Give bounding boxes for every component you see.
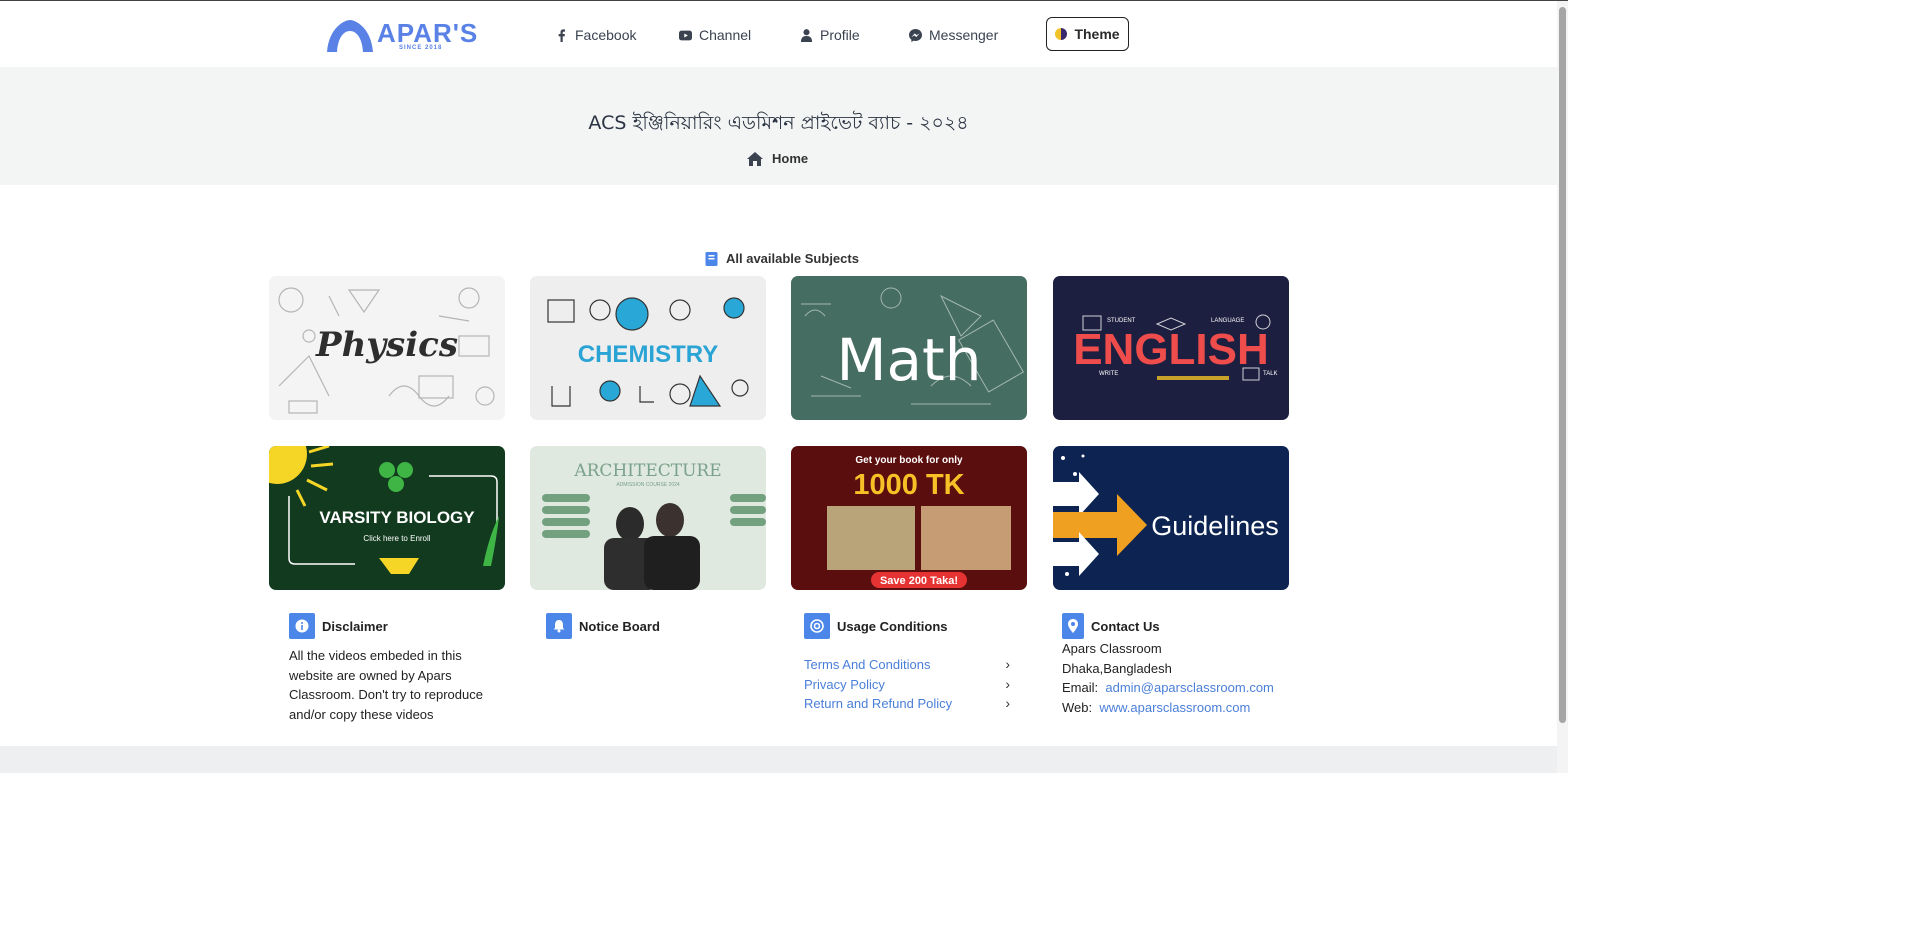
page-scrollbar[interactable] bbox=[1557, 1, 1568, 773]
architecture-card-sub: ADMISSION COURSE 2024 bbox=[616, 482, 680, 488]
usage-conditions-section: Usage Conditions Terms And Conditions › P… bbox=[804, 613, 1024, 714]
disclaimer-line: website are owned by Apars bbox=[289, 667, 452, 683]
page-title: ACS ইঞ্জিনিয়ারিং এডমিশন প্রাইভেট ব্যাচ … bbox=[588, 112, 969, 134]
terms-link[interactable]: Terms And Conditions › bbox=[804, 655, 1010, 675]
subject-card-math[interactable]: Math bbox=[791, 276, 1027, 420]
nav-channel-label: Channel bbox=[699, 27, 752, 43]
disclaimer-section: Disclaimer All the videos embeded in thi… bbox=[289, 613, 509, 724]
biology-card-text: VARSITY BIOLOGY bbox=[319, 508, 475, 527]
logo-since: SINCE 2018 bbox=[399, 45, 443, 51]
disclaimer-title: Disclaimer bbox=[322, 618, 388, 634]
biology-card-sub: Click here to Enroll bbox=[363, 534, 430, 543]
logo-arch-icon bbox=[327, 20, 373, 52]
breadcrumb-home[interactable]: Home bbox=[747, 151, 808, 166]
refund-link-label: Return and Refund Policy bbox=[804, 696, 953, 712]
nav-messenger-label: Messenger bbox=[929, 27, 999, 43]
privacy-link[interactable]: Privacy Policy › bbox=[804, 675, 1010, 695]
youtube-icon bbox=[679, 30, 692, 40]
english-small-student: STUDENT bbox=[1107, 318, 1136, 324]
contact-section: Contact Us Apars Classroom Dhaka,Banglad… bbox=[1062, 613, 1302, 717]
subject-card-physics[interactable]: Physics bbox=[269, 276, 505, 420]
nav-facebook-label: Facebook bbox=[575, 27, 637, 43]
architecture-card-text: ARCHITECTURE bbox=[573, 461, 721, 481]
subject-card-english[interactable]: STUDENT LANGUAGE WRITE TALK ENGLISH bbox=[1053, 276, 1289, 420]
breadcrumb-home-label: Home bbox=[772, 151, 809, 166]
chevron-right-icon: › bbox=[1005, 695, 1010, 712]
biology-banner: VARSITY BIOLOGY Click here to Enroll bbox=[269, 446, 505, 590]
guidelines-banner: Guidelines bbox=[1053, 446, 1289, 590]
navbar: APAR'S SINCE 2018 Facebook Channel Profi… bbox=[0, 1, 1557, 67]
math-card-text: Math bbox=[836, 326, 981, 394]
english-banner: STUDENT LANGUAGE WRITE TALK ENGLISH bbox=[1053, 276, 1289, 420]
location-pin-icon bbox=[1062, 613, 1084, 639]
facebook-icon bbox=[558, 28, 565, 42]
nav-profile[interactable]: Profile bbox=[800, 25, 860, 45]
bell-icon bbox=[546, 613, 572, 639]
nav-channel[interactable]: Channel bbox=[679, 25, 751, 45]
user-icon bbox=[800, 28, 813, 42]
email-label: Email: bbox=[1062, 680, 1099, 696]
nav-messenger[interactable]: Messenger bbox=[909, 25, 998, 45]
contact-address: Dhaka,Bangladesh bbox=[1062, 660, 1172, 676]
apars-logo[interactable]: APAR'S SINCE 2018 bbox=[325, 17, 501, 55]
messenger-icon bbox=[909, 28, 922, 42]
lifebuoy-icon bbox=[804, 613, 830, 639]
web-link[interactable]: www.aparsclassroom.com bbox=[1099, 700, 1250, 715]
theme-button[interactable]: Theme bbox=[1046, 17, 1129, 51]
info-icon bbox=[289, 613, 315, 639]
book-offer-top: Get your book for only bbox=[855, 455, 963, 466]
chevron-right-icon: › bbox=[1005, 656, 1010, 672]
physics-card-text: Physics bbox=[315, 325, 458, 365]
nav-facebook[interactable]: Facebook bbox=[555, 25, 636, 45]
math-banner: Math bbox=[791, 276, 1027, 420]
subject-card-architecture[interactable]: ARCHITECTURE ADMISSION COURSE 2024 bbox=[530, 446, 766, 590]
footer-strip bbox=[0, 746, 1557, 773]
subject-card-chemistry[interactable]: CHEMISTRY bbox=[530, 276, 766, 420]
subjects-heading-label: All available Subjects bbox=[726, 251, 859, 266]
architecture-banner: ARCHITECTURE ADMISSION COURSE 2024 bbox=[530, 446, 766, 590]
theme-button-label: Theme bbox=[1074, 26, 1120, 42]
contact-name: Apars Classroom bbox=[1062, 641, 1162, 656]
chevron-right-icon: › bbox=[1005, 675, 1010, 692]
disclaimer-line: and/or copy these videos bbox=[289, 706, 434, 722]
page-header: ACS ইঞ্জিনিয়ারিং এডমিশন প্রাইভেট ব্যাচ … bbox=[0, 67, 1557, 185]
contact-title: Contact Us bbox=[1091, 618, 1160, 634]
subject-card-biology[interactable]: VARSITY BIOLOGY Click here to Enroll bbox=[269, 446, 505, 590]
email-link[interactable]: admin@aparsclassroom.com bbox=[1105, 680, 1274, 695]
web-label: Web: bbox=[1062, 699, 1093, 715]
notice-board-section: Notice Board bbox=[546, 613, 746, 639]
chemistry-banner: CHEMISTRY bbox=[530, 276, 766, 420]
english-small-language: LANGUAGE bbox=[1211, 318, 1244, 324]
subjects-heading: All available Subjects bbox=[705, 251, 859, 266]
chemistry-card-text: CHEMISTRY bbox=[578, 341, 718, 368]
book-offer-bottom: Save 200 Taka! bbox=[880, 575, 958, 587]
book-offer-banner: Get your book for only 1000 TK Save 200 … bbox=[791, 446, 1027, 590]
subject-card-book-offer[interactable]: Get your book for only 1000 TK Save 200 … bbox=[791, 446, 1027, 590]
book-offer-price: 1000 TK bbox=[853, 469, 964, 501]
notice-board-title: Notice Board bbox=[579, 618, 660, 634]
disclaimer-line: All the videos embeded in this bbox=[289, 648, 462, 663]
guidelines-card-text: Guidelines bbox=[1151, 511, 1279, 541]
english-card-text: ENGLISH bbox=[1073, 325, 1269, 374]
theme-icon bbox=[1055, 28, 1068, 40]
scrollbar-thumb[interactable] bbox=[1559, 7, 1566, 723]
usage-conditions-title: Usage Conditions bbox=[837, 618, 948, 634]
refund-link[interactable]: Return and Refund Policy › bbox=[804, 694, 1010, 714]
home-icon bbox=[747, 151, 763, 166]
book-icon bbox=[705, 251, 718, 266]
disclaimer-line: Classroom. Don't try to reproduce bbox=[289, 687, 483, 703]
terms-link-label: Terms And Conditions bbox=[804, 657, 931, 672]
subject-card-guidelines[interactable]: Guidelines bbox=[1053, 446, 1289, 590]
nav-profile-label: Profile bbox=[820, 27, 860, 43]
physics-banner: Physics bbox=[269, 276, 505, 420]
privacy-link-label: Privacy Policy bbox=[804, 676, 885, 692]
